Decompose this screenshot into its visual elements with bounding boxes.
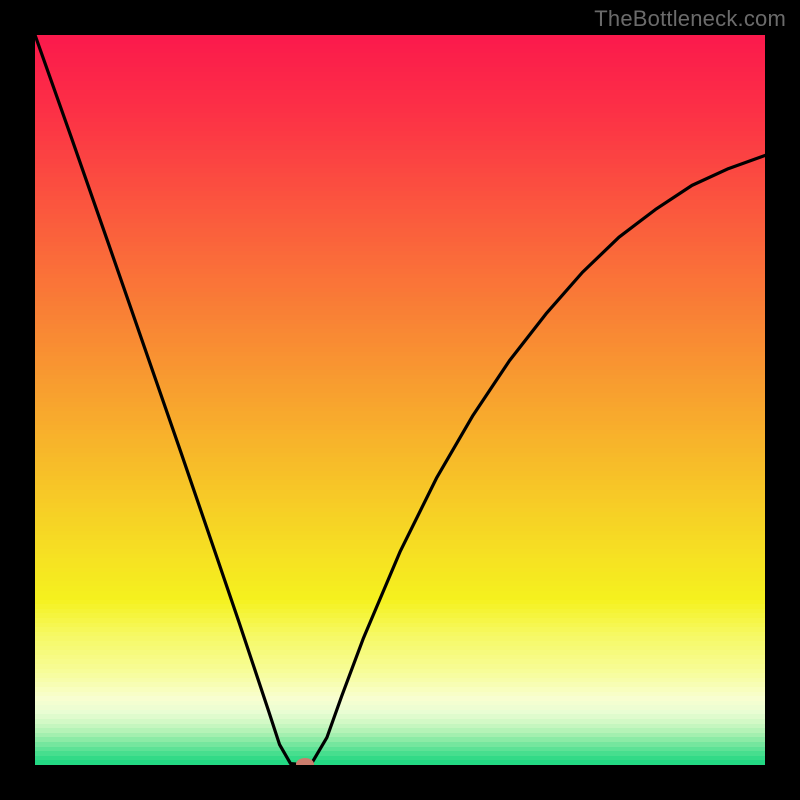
chart-frame: TheBottleneck.com [0,0,800,800]
plot-area [35,35,765,765]
bottleneck-curve [35,35,765,765]
optimal-point-marker [296,758,314,765]
watermark-text: TheBottleneck.com [594,6,786,32]
